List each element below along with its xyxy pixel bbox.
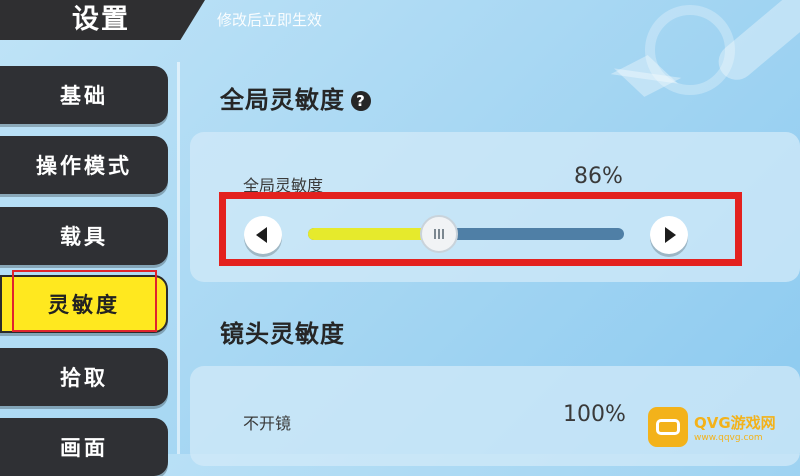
page-title: 设置 [0,0,205,40]
slider-value: 86% [574,164,623,189]
row-value: 100% [563,402,626,427]
slider-thumb[interactable] [420,215,458,253]
background-decoration [645,5,735,95]
section-title-global: 全局灵敏度? [220,80,371,115]
row-label: 不开镜 [243,414,292,433]
watermark-brand: QVG游戏网 [694,413,776,432]
sensitivity-slider[interactable] [308,215,624,253]
star-decoration [610,50,682,84]
sidebar-item-graphics[interactable]: 画面 [0,418,168,476]
sidebar-divider [177,62,180,454]
gamepad-icon [648,407,688,447]
section-title-camera: 镜头灵敏度 [220,320,345,348]
star-decoration [610,68,682,102]
watermark: QVG游戏网 www.qqvg.com [648,402,798,452]
sidebar-item-pickup[interactable]: 拾取 [0,348,168,406]
decrease-button[interactable] [244,216,282,254]
increase-button[interactable] [650,216,688,254]
arrow-right-icon [665,227,676,243]
settings-hint: 修改后立即生效 [217,11,323,29]
help-icon[interactable]: ? [351,91,371,111]
watermark-url: www.qqvg.com [694,432,763,443]
background-decoration [711,0,800,88]
arrow-left-icon [256,227,267,243]
sidebar-item-control-mode[interactable]: 操作模式 [0,136,168,194]
sidebar-item-vehicle[interactable]: 载具 [0,207,168,265]
highlight-outline [12,270,157,332]
section-title-text: 全局灵敏度 [220,86,345,114]
sidebar-item-basic[interactable]: 基础 [0,66,168,124]
